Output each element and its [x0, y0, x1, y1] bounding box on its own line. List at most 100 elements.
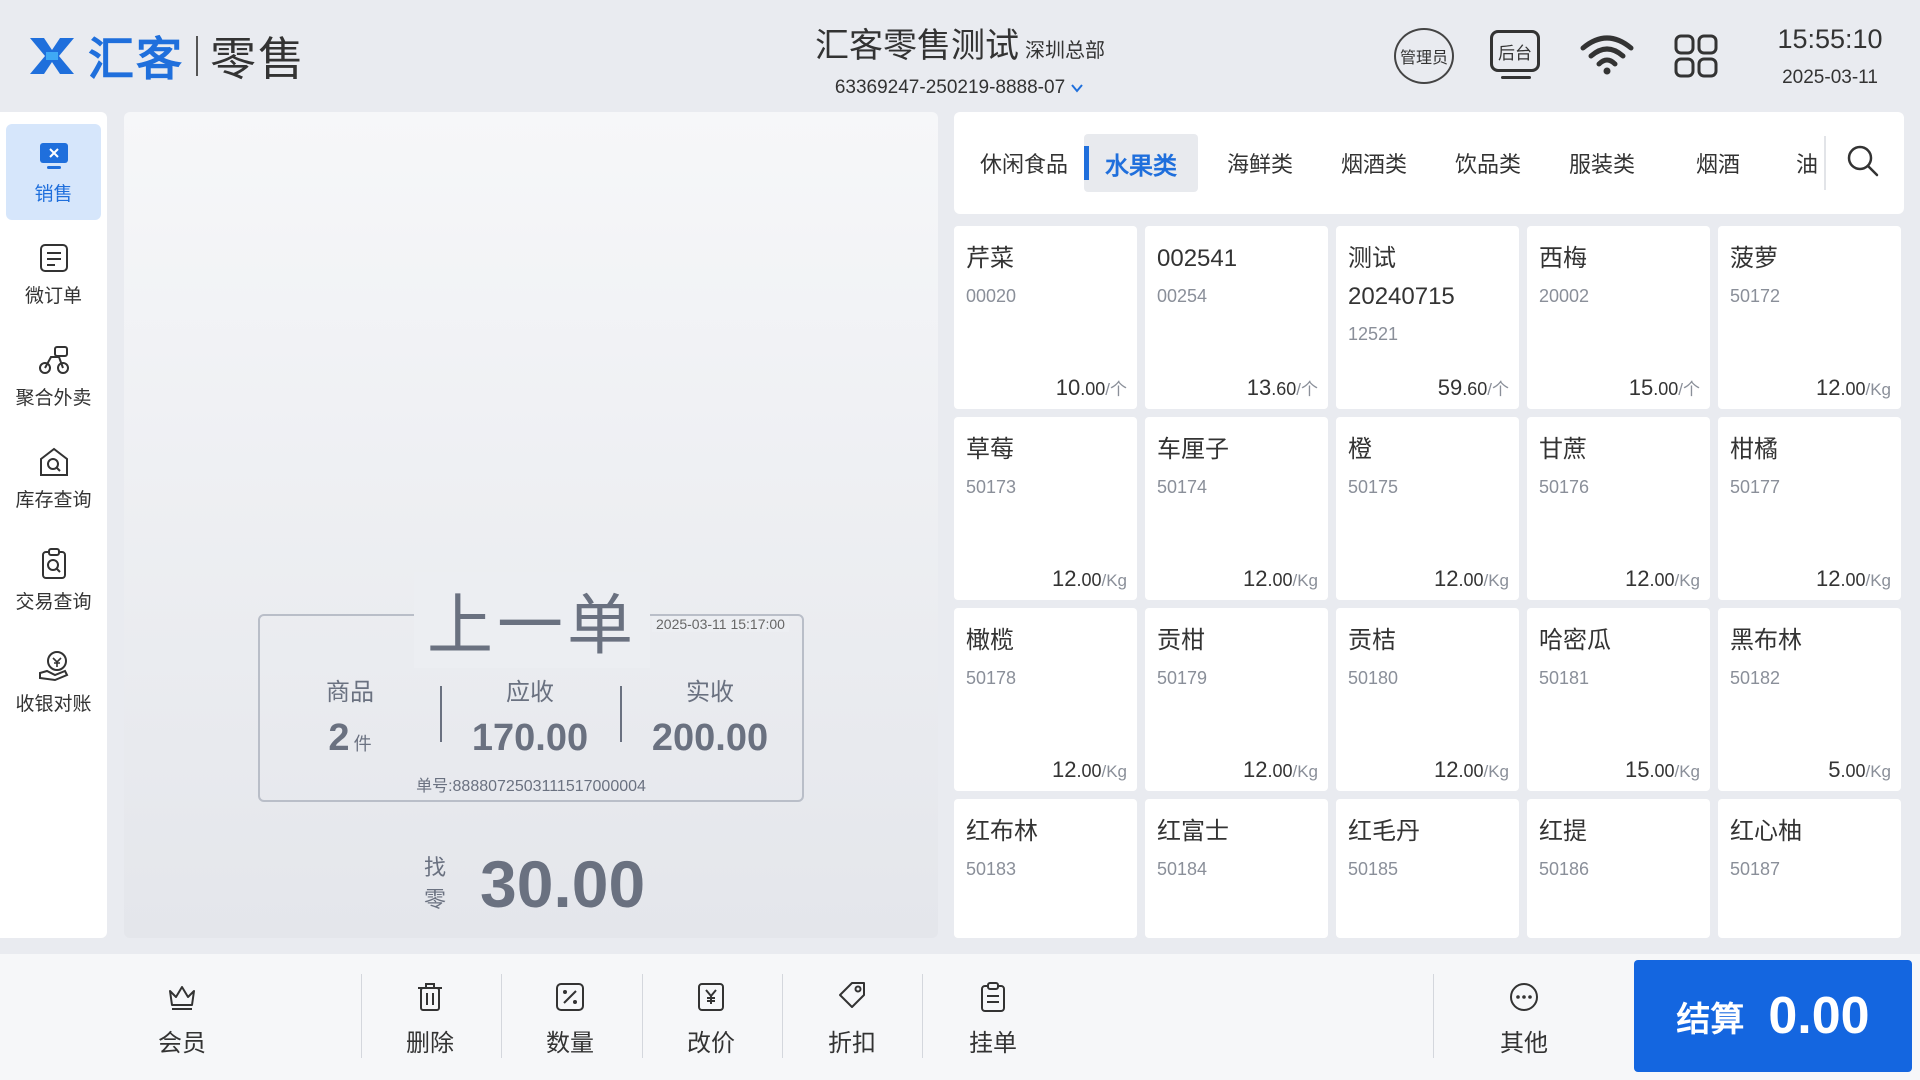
sidebar-item-reconciliation[interactable]: 收银对账: [6, 634, 101, 730]
other-button[interactable]: 其他: [1474, 978, 1574, 1060]
product-card[interactable]: 红心柚 50187: [1718, 799, 1901, 938]
member-label: 会员: [158, 1029, 206, 1057]
price-dec: .00: [1649, 761, 1675, 781]
sidebar-item-sales[interactable]: 销售: [6, 124, 101, 220]
product-card[interactable]: 菠萝 50172 12.00/Kg: [1718, 226, 1901, 409]
other-label: 其他: [1500, 1029, 1548, 1057]
product-code: 50174: [1157, 477, 1208, 497]
logo-product: 零售: [210, 33, 306, 85]
product-card[interactable]: 002541 00254 13.60/个: [1145, 226, 1328, 409]
discount-button[interactable]: 折扣: [802, 978, 902, 1060]
tab-tobacco[interactable]: 烟酒: [1676, 134, 1760, 192]
price-int: 59: [1437, 375, 1463, 400]
product-card[interactable]: 贡柑 50179 12.00/Kg: [1145, 608, 1328, 791]
product-card[interactable]: 红提 50186: [1527, 799, 1710, 938]
sidebar-item-transactions[interactable]: 交易查询: [6, 532, 101, 628]
product-card[interactable]: 黑布林 50182 5.00/Kg: [1718, 608, 1901, 791]
product-name: 车厘子: [1157, 436, 1229, 463]
change-price-button[interactable]: 改价: [661, 978, 761, 1060]
sidebar-item-label: 交易查询: [15, 591, 92, 613]
action-divider: [642, 974, 643, 1058]
reconciliation-icon: [38, 650, 68, 681]
product-card[interactable]: 草莓 50173 12.00/Kg: [954, 417, 1137, 600]
monitor-stand: [1501, 76, 1531, 79]
hold-order-button[interactable]: 挂单: [943, 978, 1043, 1060]
product-code: 00020: [966, 286, 1017, 306]
product-card[interactable]: 甘蔗 50176 12.00/Kg: [1527, 417, 1710, 600]
tab-oil[interactable]: 油: [1796, 134, 1836, 192]
logo-brand: 汇客: [88, 33, 184, 85]
wifi-icon[interactable]: [1580, 34, 1634, 76]
price-tag-icon: [698, 982, 724, 1011]
price-int: 12: [1815, 566, 1841, 591]
product-code: 50178: [966, 668, 1017, 688]
product-card[interactable]: 贡桔 50180 12.00/Kg: [1336, 608, 1519, 791]
sidebar-item-micro-order[interactable]: 微订单: [6, 226, 101, 322]
product-code: 50187: [1730, 859, 1781, 879]
tab-clothing[interactable]: 服装类: [1560, 134, 1644, 192]
apps-grid-icon[interactable]: [1674, 34, 1718, 78]
session-selector[interactable]: 63369247-250219-8888-07: [835, 77, 1085, 99]
product-name: 红富士: [1157, 818, 1229, 845]
product-price: 13.60/个: [1247, 375, 1318, 401]
price-int: 15: [1628, 375, 1654, 400]
sidebar-item-delivery[interactable]: 聚合外卖: [6, 328, 101, 424]
product-price: 12.00/Kg: [1434, 566, 1509, 592]
admin-badge[interactable]: 管理员: [1394, 28, 1454, 84]
price-unit: /个: [1487, 380, 1509, 399]
product-price: 12.00/Kg: [1243, 566, 1318, 592]
quantity-button[interactable]: 数量: [520, 978, 620, 1060]
member-button[interactable]: 会员: [132, 978, 232, 1060]
product-card[interactable]: 芹菜 00020 10.00/个: [954, 226, 1137, 409]
product-card[interactable]: 车厘子 50174 12.00/Kg: [1145, 417, 1328, 600]
trash-icon: [418, 982, 442, 1011]
price-int: 12: [1433, 757, 1459, 782]
product-name: 贡桔: [1348, 627, 1396, 654]
transaction-search-icon: [41, 547, 66, 579]
store-info: 汇客零售测试 深圳总部 63369247-250219-8888-07: [760, 18, 1160, 99]
price-unit: /个: [1296, 380, 1318, 399]
sidebar-item-label: 微订单: [24, 285, 82, 307]
tab-drinks[interactable]: 饮品类: [1446, 134, 1530, 192]
goods-count: 2: [328, 717, 350, 759]
product-price: 12.00/Kg: [1816, 375, 1891, 401]
search-icon[interactable]: [1846, 144, 1880, 178]
product-card[interactable]: 橄榄 50178 12.00/Kg: [954, 608, 1137, 791]
checkout-amount: 0.00: [1768, 987, 1870, 1045]
delete-button[interactable]: 删除: [380, 978, 480, 1060]
checkout-button[interactable]: 结算 0.00: [1634, 960, 1912, 1072]
price-dec: .00: [1840, 379, 1866, 399]
sidebar: 销售 微订单 聚合外卖 库存查询 交易查询 收银对账: [0, 112, 107, 938]
price-int: 12: [1815, 375, 1841, 400]
product-code: 50172: [1730, 286, 1781, 306]
product-card[interactable]: 测试20240715 12521 59.60/个: [1336, 226, 1519, 409]
product-card[interactable]: 红富士 50184: [1145, 799, 1328, 938]
product-card[interactable]: 柑橘 50177 12.00/Kg: [1718, 417, 1901, 600]
goods-value: 2件: [300, 717, 400, 760]
action-divider: [501, 974, 502, 1058]
paid-label: 实收: [686, 679, 734, 706]
price-unit: /Kg: [1865, 762, 1891, 781]
monitor-icon: 后台: [1490, 30, 1540, 72]
product-price: 15.00/个: [1629, 375, 1700, 401]
last-order-due: 应收 170.00: [455, 672, 605, 760]
product-card[interactable]: 红布林 50183: [954, 799, 1137, 938]
backend-button[interactable]: 后台: [1490, 30, 1542, 82]
price-unit: /Kg: [1483, 762, 1509, 781]
tab-tobacco-wine[interactable]: 烟酒类: [1332, 134, 1416, 192]
tab-snacks[interactable]: 休闲食品: [974, 134, 1074, 192]
cart-panel: [124, 112, 938, 938]
tab-seafood[interactable]: 海鲜类: [1218, 134, 1302, 192]
price-dec: .00: [1267, 761, 1293, 781]
product-card[interactable]: 红毛丹 50185: [1336, 799, 1519, 938]
search-divider: [1824, 136, 1826, 190]
logo-divider: [196, 36, 198, 76]
discount-tag-icon: [839, 981, 865, 1008]
product-card[interactable]: 橙 50175 12.00/Kg: [1336, 417, 1519, 600]
product-card[interactable]: 西梅 20002 15.00/个: [1527, 226, 1710, 409]
tab-fruit[interactable]: 水果类: [1084, 134, 1198, 192]
action-divider: [361, 974, 362, 1058]
sidebar-item-label: 库存查询: [15, 489, 92, 511]
product-card[interactable]: 哈密瓜 50181 15.00/Kg: [1527, 608, 1710, 791]
sidebar-item-inventory[interactable]: 库存查询: [6, 430, 101, 526]
